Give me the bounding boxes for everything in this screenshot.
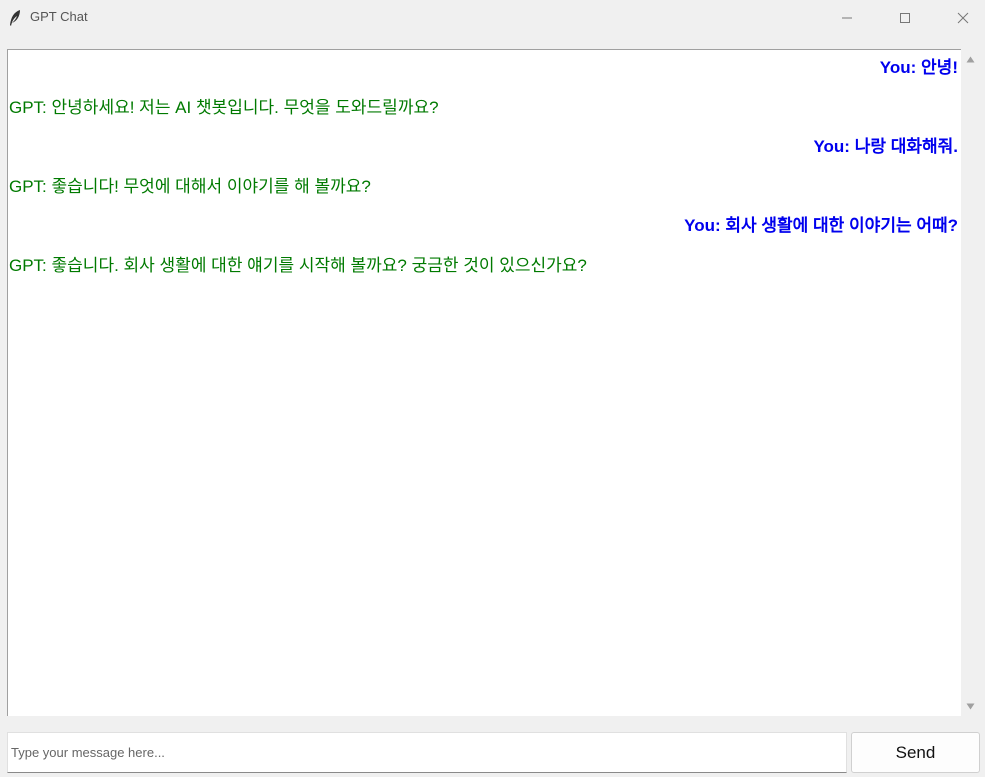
scroll-up-arrow-icon[interactable] <box>961 49 980 69</box>
chat-message-user: You: 나랑 대화해줘. <box>813 132 958 157</box>
app-window: GPT Chat You: 안녕! GPT: 안녕하세요! 저는 AI 챗봇입니… <box>0 0 985 777</box>
message-speaker: GPT: <box>9 98 47 117</box>
maximize-icon[interactable] <box>882 0 928 36</box>
chat-log[interactable]: You: 안녕! GPT: 안녕하세요! 저는 AI 챗봇입니다. 무엇을 도와… <box>7 49 961 716</box>
feather-icon <box>8 9 22 27</box>
minimize-icon[interactable] <box>824 0 870 36</box>
scroll-down-arrow-icon[interactable] <box>961 696 980 716</box>
chat-message-gpt: GPT: 좋습니다. 회사 생활에 대한 얘기를 시작해 볼까요? 궁금한 것이… <box>9 251 587 276</box>
chat-scrollbar[interactable] <box>961 49 980 716</box>
title-bar: GPT Chat <box>0 0 985 36</box>
message-text: 회사 생활에 대한 이야기는 어때? <box>725 216 958 235</box>
message-speaker: GPT: <box>9 177 47 196</box>
message-text: 안녕하세요! 저는 AI 챗봇입니다. 무엇을 도와드릴까요? <box>51 98 439 117</box>
close-icon[interactable] <box>940 0 985 36</box>
window-title: GPT Chat <box>30 9 88 24</box>
chat-message-user: You: 회사 생활에 대한 이야기는 어때? <box>684 211 958 236</box>
chat-message-gpt: GPT: 안녕하세요! 저는 AI 챗봇입니다. 무엇을 도와드릴까요? <box>9 93 439 118</box>
message-text: 좋습니다! 무엇에 대해서 이야기를 해 볼까요? <box>51 177 371 196</box>
message-speaker: You: <box>684 216 721 235</box>
chat-message-user: You: 안녕! <box>880 53 958 78</box>
message-text: 안녕! <box>921 58 958 77</box>
message-speaker: GPT: <box>9 256 47 275</box>
message-speaker: You: <box>813 137 850 156</box>
chat-message-gpt: GPT: 좋습니다! 무엇에 대해서 이야기를 해 볼까요? <box>9 172 371 197</box>
message-speaker: You: <box>879 58 917 77</box>
message-input[interactable] <box>7 732 847 773</box>
message-text: 나랑 대화해줘. <box>854 137 958 156</box>
send-button[interactable]: Send <box>851 732 980 773</box>
message-text: 좋습니다. 회사 생활에 대한 얘기를 시작해 볼까요? 궁금한 것이 있으신가… <box>51 256 587 275</box>
